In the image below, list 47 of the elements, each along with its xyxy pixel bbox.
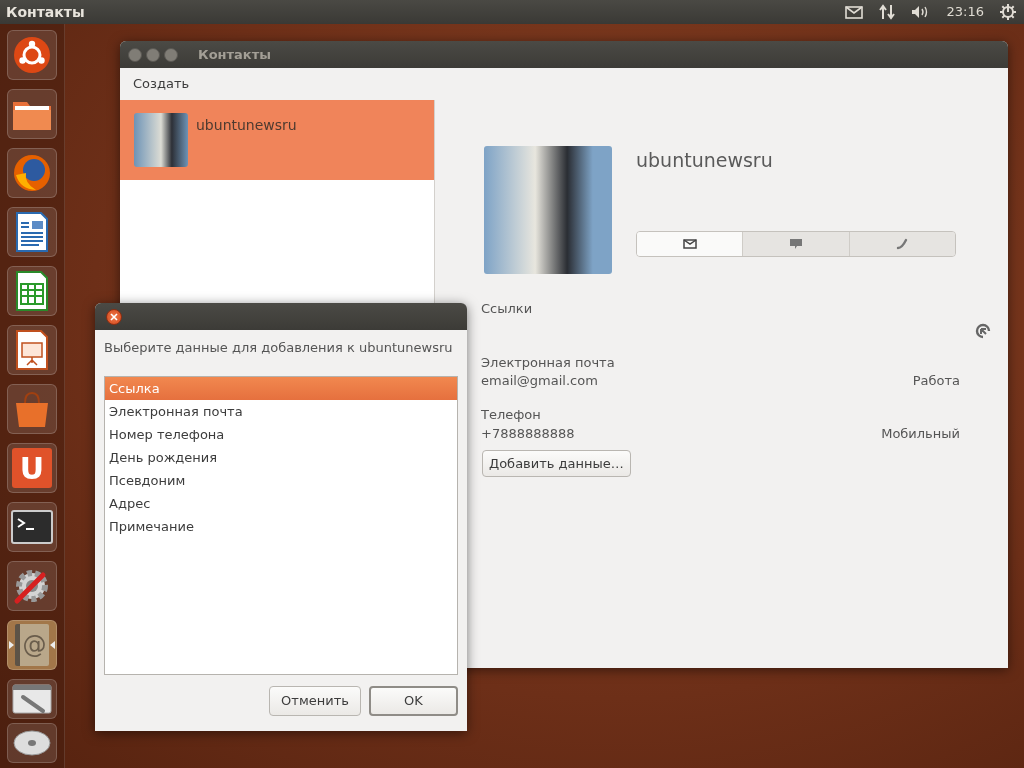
terminal-icon[interactable] [11,510,53,544]
field-label: Телефон [481,407,541,422]
photo-placeholder [134,113,188,167]
email-tab[interactable] [637,231,744,256]
launcher-item[interactable]: U [7,443,57,493]
add-data-button[interactable]: Добавить данные… [482,449,631,477]
section-label: Ссылки [481,300,533,317]
speech-bubble-icon [789,237,803,250]
list-item[interactable]: Псевдоним [105,469,457,492]
launcher-item[interactable] [7,266,57,316]
list-item[interactable]: Номер телефона [105,423,457,446]
contact-name: ubuntunewsru [636,148,774,173]
field-type: Мобильный [881,424,960,442]
list-item[interactable]: День рождения [105,446,457,469]
list-item[interactable]: Электронная почта [105,400,457,423]
circular-arrow-icon[interactable] [975,322,991,339]
field-type: Работа [912,372,960,389]
dialog-button[interactable]: Отменить [269,686,361,716]
field-value: +7888888888 [481,424,575,442]
launcher-item[interactable] [7,325,57,375]
close-button[interactable] [106,308,122,325]
launcher-item[interactable] [7,89,57,139]
chat-tab[interactable] [743,231,850,256]
minimize-button[interactable] [146,47,160,62]
close-icon [110,312,118,321]
maximize-button[interactable] [164,47,178,62]
list-item[interactable]: Адрес [105,492,457,515]
power-gear-icon[interactable] [1000,4,1016,20]
window-title: Контакты [198,45,271,64]
launcher-item[interactable] [7,502,57,552]
network-arrows-icon[interactable] [878,4,895,20]
app-title: Контакты [5,3,85,22]
spreadsheet-icon[interactable] [15,270,49,312]
contact-item[interactable]: ubuntunewsru [120,100,434,180]
presentation-icon[interactable] [15,329,49,371]
text-document-icon[interactable] [15,211,49,253]
field-label: Электронная почта [481,354,615,370]
envelope-icon [682,238,697,249]
dialog-prompt: Выберите данные для добавления к ubuntunewsru [104,339,454,356]
menu-item[interactable]: Создать [133,74,190,94]
field-value: email@gmail.com [481,372,598,389]
list-item[interactable]: Примечание [105,515,457,538]
launcher-item[interactable] [7,207,57,257]
phone-icon [896,237,909,250]
dialog-button[interactable]: OK [369,686,458,716]
clock[interactable]: 23:16 [946,2,984,22]
envelope-icon[interactable] [844,5,863,19]
